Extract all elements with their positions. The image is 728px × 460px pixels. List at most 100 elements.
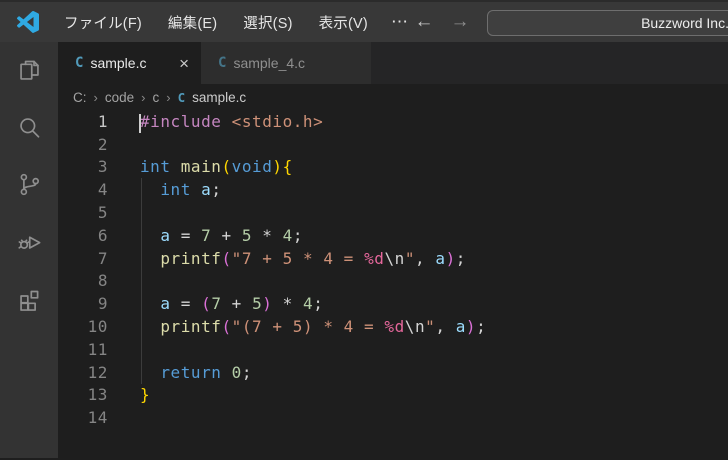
tab-label: sample.c [90,55,147,71]
line-number[interactable]: 5 [58,203,108,222]
menu-item-2[interactable]: 選択(S) [230,2,305,42]
token: + [221,294,253,314]
explorer-icon [19,60,39,80]
token: * [272,294,303,314]
breadcrumb-file[interactable]: sample.c [192,90,246,105]
chevron-right-icon: › [141,89,146,105]
line-number[interactable]: 8 [58,271,108,290]
code-text: } [140,385,150,404]
code-line-3[interactable]: 3 int main(void){ [58,156,728,179]
menu-item-3[interactable]: 表示(V) [306,2,381,42]
line-number[interactable]: 9 [58,294,108,313]
line-number[interactable]: 14 [58,408,108,427]
code-line-9[interactable]: 9 a = (7 + 5) * 4; [58,292,728,315]
token: 4 [303,294,314,314]
token: 4 [282,225,293,245]
tab-bar: Csample.c × Csample_4.c [58,42,728,84]
token: ; [292,225,303,245]
token: int [140,157,171,177]
token: "7 + 5 * 4 = [231,248,365,268]
code-editor[interactable]: 1 #include <stdio.h> 2 3 int main(void){4 in… [58,110,728,458]
source-control-icon [20,173,39,196]
code-text: a = (7 + 5) * 4; [140,294,323,313]
forward-arrow-icon[interactable]: → [449,11,471,33]
token: a [160,225,171,245]
token: ( [221,157,232,177]
line-number[interactable]: 11 [58,340,108,359]
token: \n [384,248,405,268]
token: a [160,294,171,314]
line-number[interactable]: 13 [58,385,108,404]
line-number[interactable]: 2 [58,135,108,154]
chevron-right-icon: › [166,89,171,105]
token: printf [160,248,222,268]
main-area: Csample.c × Csample_4.c C: › code › c › Csample.… [0,42,728,458]
breadcrumb-segment[interactable]: c [152,90,159,105]
line-number[interactable]: 3 [58,157,108,176]
activity-item-extensions[interactable] [0,270,58,327]
code-line-14[interactable]: 14 [58,406,728,429]
line-number[interactable]: 4 [58,180,108,199]
token: = [170,294,202,314]
chevron-right-icon: › [93,89,98,105]
tab-sample-4-c[interactable]: Csample_4.c [201,42,371,84]
token: { [282,157,293,177]
activity-item-explorer[interactable] [0,42,58,99]
code-line-12[interactable]: 12 return 0; [58,361,728,384]
code-line-8[interactable]: 8 [58,270,728,293]
command-center[interactable]: Buzzword Inc. [487,10,728,36]
breadcrumb-segment[interactable]: C: [73,90,87,105]
activity-item-source-control[interactable] [0,156,58,213]
token: 5 [241,225,253,245]
window-title: Buzzword Inc. [641,15,728,31]
code-line-5[interactable]: 5 [58,201,728,224]
code-line-7[interactable]: 7 printf("7 + 5 * 4 = %d\n", a); [58,247,728,270]
extensions-icon [19,290,38,311]
token: \n [404,317,426,337]
token: ; [455,248,466,268]
token: 7 [201,225,212,245]
code-text: printf("(7 + 5) * 4 = %d\n", a); [140,317,486,336]
activity-item-run-and-debug[interactable] [0,213,58,270]
editor-column: Csample.c × Csample_4.c C: › code › c › Csample.… [58,42,728,458]
breadcrumb-segment[interactable]: code [105,90,134,105]
token: a [435,248,446,268]
token: ; [476,317,487,337]
token: 0 [231,362,242,382]
code-lines: 1 #include <stdio.h> 2 3 int main(void){4 in… [58,110,728,429]
code-text: return 0; [140,363,252,382]
code-line-1[interactable]: 1 #include <stdio.h> [58,110,728,133]
menu-item-1[interactable]: 編集(E) [155,2,230,42]
run-and-debug-icon [17,236,40,249]
token: + [211,225,242,245]
back-arrow-icon[interactable]: ← [413,11,435,33]
token: ( [221,317,232,337]
token: ) [465,317,477,337]
code-line-11[interactable]: 11 [58,338,728,361]
line-number[interactable]: 1 [58,112,108,131]
code-line-6[interactable]: 6 a = 7 + 5 * 4; [58,224,728,247]
line-number[interactable]: 10 [58,317,108,336]
menu-item-0[interactable]: ファイル(F) [51,2,155,42]
activity-bar [0,42,58,458]
token: int [160,180,191,200]
code-line-4[interactable]: 4 int a; [58,178,728,201]
activity-item-search[interactable] [0,99,58,156]
line-number[interactable]: 7 [58,249,108,268]
line-number[interactable]: 12 [58,363,108,382]
code-line-2[interactable]: 2 [58,133,728,156]
code-line-13[interactable]: 13} [58,384,728,407]
c-file-icon: C [218,55,227,71]
close-tab-button[interactable]: × [179,55,189,72]
code-line-10[interactable]: 10 printf("(7 + 5) * 4 = %d\n", a); [58,315,728,338]
line-number[interactable]: 6 [58,226,108,245]
text-cursor [139,113,141,133]
tab-sample-c[interactable]: Csample.c × [58,42,201,84]
token: ; [211,180,222,200]
